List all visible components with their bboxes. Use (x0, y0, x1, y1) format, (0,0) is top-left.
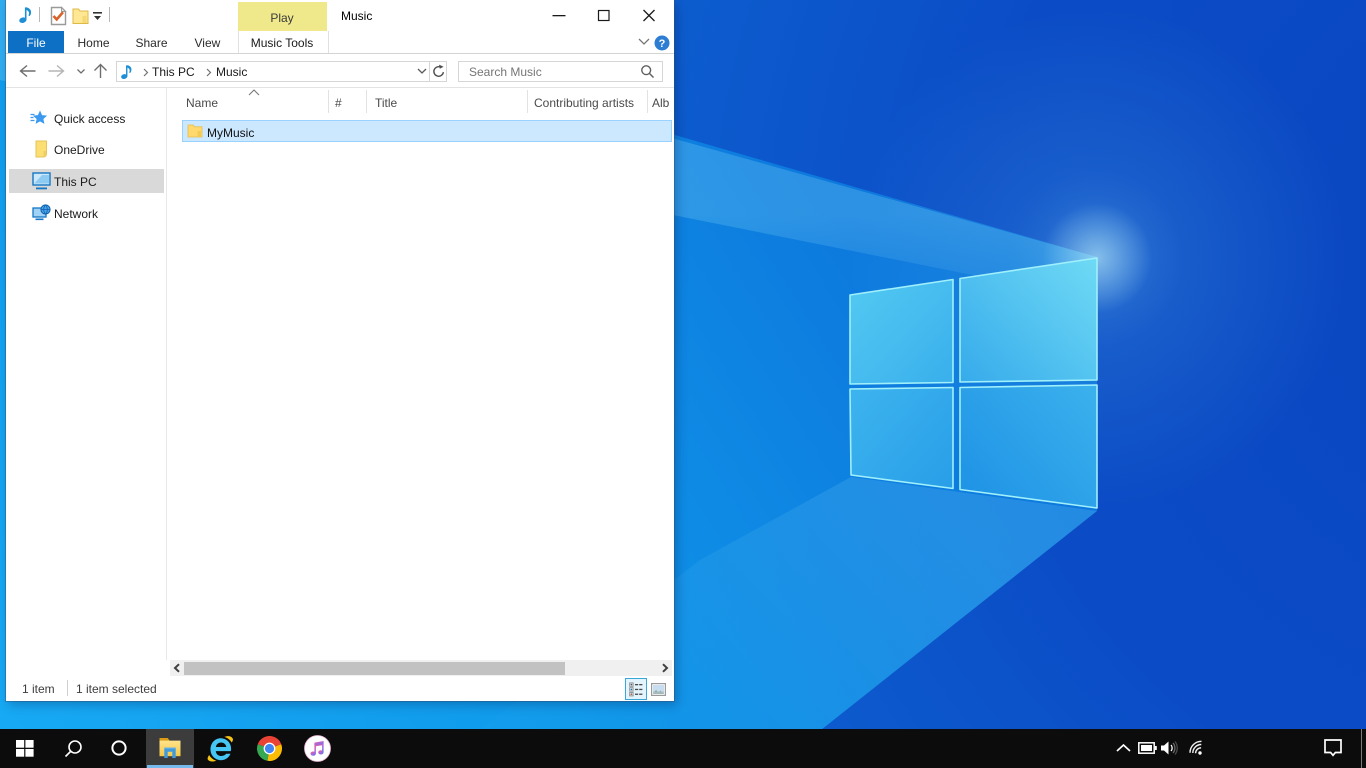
svg-text:?: ? (659, 38, 666, 50)
